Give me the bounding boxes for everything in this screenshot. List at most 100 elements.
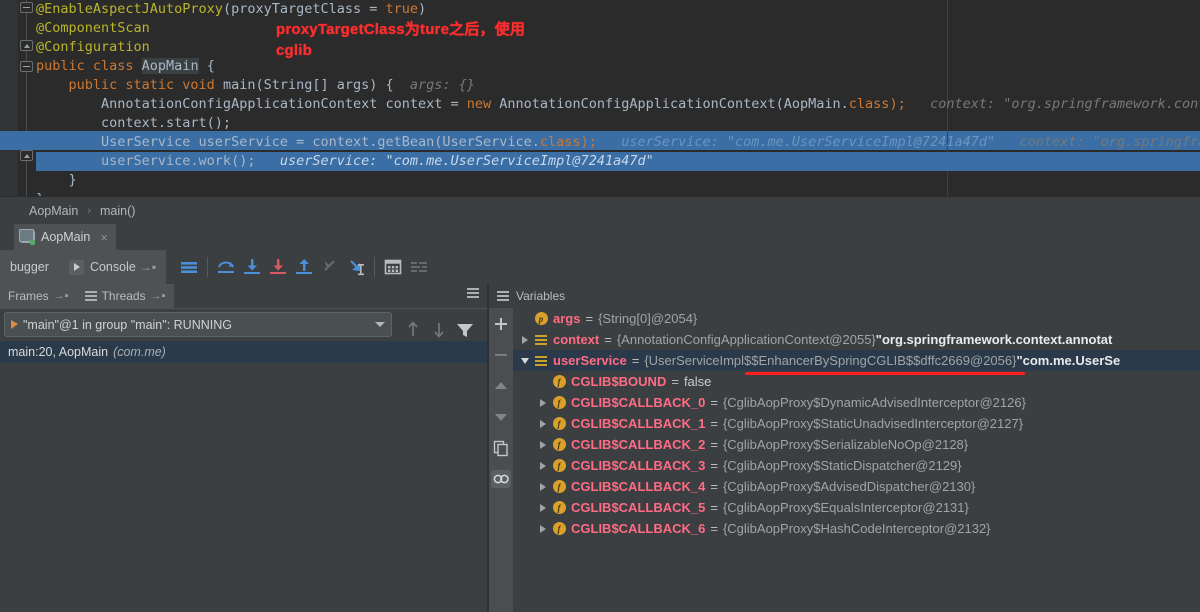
code-token: ); xyxy=(581,134,597,150)
code-line[interactable]: @ComponentScan xyxy=(36,19,1200,38)
code-line[interactable]: @EnableAspectJAutoProxy(proxyTargetClass… xyxy=(36,0,1200,19)
fold-marker-method-end[interactable] xyxy=(20,150,33,161)
toolbar-divider xyxy=(207,257,208,277)
code-line[interactable]: UserService userService = context.getBea… xyxy=(36,133,1200,152)
chevron-right-icon[interactable] xyxy=(535,525,551,533)
layout-settings-icon[interactable] xyxy=(406,254,432,280)
remove-watch-icon[interactable] xyxy=(491,346,511,364)
code-token: class xyxy=(540,134,581,150)
code-line[interactable]: public static void main(String[] args) {… xyxy=(36,76,1200,95)
chevron-right-icon[interactable] xyxy=(535,483,551,491)
variable-row[interactable]: fCGLIB$CALLBACK_2={CglibAopProxy$Seriali… xyxy=(513,434,1200,455)
field-icon: f xyxy=(551,438,567,451)
evaluate-expression-icon[interactable] xyxy=(380,254,406,280)
debug-panels: Frames →▪ Threads →▪ "main"@1 in group "… xyxy=(0,284,1200,612)
code-token: @Configuration xyxy=(36,39,150,55)
thread-state-icon xyxy=(11,320,18,329)
variable-equals: = xyxy=(710,437,718,452)
code-line[interactable]: context.start(); xyxy=(36,114,1200,133)
frame-list-item[interactable]: main:20, AopMain (com.me) xyxy=(0,341,487,363)
code-token: @EnableAspectJAutoProxy xyxy=(36,1,223,17)
variable-row[interactable]: pargs={String[0]@2054} xyxy=(513,308,1200,329)
variables-tree[interactable]: pargs={String[0]@2054}context={Annotatio… xyxy=(513,308,1200,612)
drop-frame-icon[interactable] xyxy=(317,254,343,280)
frames-threads-header: Frames →▪ Threads →▪ xyxy=(0,284,487,308)
editor-gutter[interactable] xyxy=(0,0,18,196)
move-up-icon[interactable] xyxy=(400,317,426,343)
step-out-icon[interactable] xyxy=(291,254,317,280)
fold-marker-method[interactable] xyxy=(20,61,33,72)
code-editor[interactable]: @EnableAspectJAutoProxy(proxyTargetClass… xyxy=(0,0,1200,196)
code-line[interactable]: } xyxy=(36,171,1200,190)
variable-name: CGLIB$CALLBACK_4 xyxy=(571,479,705,494)
variable-row[interactable]: fCGLIB$CALLBACK_5={CglibAopProxy$EqualsI… xyxy=(513,497,1200,518)
step-into-icon[interactable] xyxy=(239,254,265,280)
variable-value: {CglibAopProxy$SerializableNoOp@2128} xyxy=(723,437,968,452)
threads-pin-icon[interactable]: →▪ xyxy=(151,290,166,302)
variable-name: CGLIB$CALLBACK_6 xyxy=(571,521,705,536)
watches-toggle-icon[interactable] xyxy=(491,470,511,488)
console-icon xyxy=(69,260,84,275)
variable-equals: = xyxy=(710,416,718,431)
add-watch-icon[interactable] xyxy=(491,315,511,333)
chevron-right-icon[interactable] xyxy=(535,420,551,428)
tab-debugger[interactable]: bugger xyxy=(0,250,59,284)
frames-divider xyxy=(0,308,487,309)
move-down-icon[interactable] xyxy=(426,317,452,343)
frames-nav-controls xyxy=(400,317,478,343)
frames-pin-icon[interactable]: →▪ xyxy=(54,290,69,302)
variable-tostring: "org.springframework.context.annotat xyxy=(876,332,1113,347)
show-execution-point-icon[interactable] xyxy=(176,254,202,280)
field-icon: f xyxy=(551,501,567,514)
fold-marker-class[interactable] xyxy=(20,40,33,51)
code-token: public static void xyxy=(36,77,223,93)
tab-console[interactable]: Console →▪ xyxy=(59,250,166,284)
variable-row[interactable]: fCGLIB$CALLBACK_0={CglibAopProxy$Dynamic… xyxy=(513,392,1200,413)
variable-value: {CglibAopProxy$StaticDispatcher@2129} xyxy=(723,458,962,473)
thread-selector[interactable]: "main"@1 in group "main": RUNNING xyxy=(4,312,392,337)
variable-value: {AnnotationConfigApplicationContext@2055… xyxy=(617,332,876,347)
move-watch-down-icon[interactable] xyxy=(491,408,511,426)
variable-row[interactable]: fCGLIB$CALLBACK_1={CglibAopProxy$StaticU… xyxy=(513,413,1200,434)
tab-aopmain[interactable]: AopMain × xyxy=(14,224,116,250)
tab-threads[interactable]: Threads →▪ xyxy=(77,284,174,308)
code-line[interactable]: AnnotationConfigApplicationContext conte… xyxy=(36,95,1200,114)
chevron-right-icon[interactable] xyxy=(535,462,551,470)
code-token: AnnotationConfigApplicationContext(AopMa… xyxy=(499,96,849,112)
run-to-cursor-icon[interactable] xyxy=(343,254,369,280)
chevron-down-icon[interactable] xyxy=(375,322,385,327)
chevron-right-icon[interactable] xyxy=(535,399,551,407)
filter-icon[interactable] xyxy=(452,317,478,343)
move-watch-up-icon[interactable] xyxy=(491,377,511,395)
step-over-icon[interactable] xyxy=(213,254,239,280)
fold-marker-top[interactable] xyxy=(20,2,33,13)
debugger-toolbar: bugger Console →▪ xyxy=(0,250,1200,284)
code-line[interactable]: @Configuration xyxy=(36,38,1200,57)
chevron-right-icon[interactable] xyxy=(535,441,551,449)
variable-row[interactable]: fCGLIB$CALLBACK_4={CglibAopProxy$Advised… xyxy=(513,476,1200,497)
variable-row[interactable]: fCGLIB$CALLBACK_3={CglibAopProxy$StaticD… xyxy=(513,455,1200,476)
variable-row[interactable]: fCGLIB$CALLBACK_6={CglibAopProxy$HashCod… xyxy=(513,518,1200,539)
frames-options-icon[interactable] xyxy=(467,288,479,299)
fold-rail[interactable] xyxy=(18,0,36,196)
breadcrumb-class[interactable]: AopMain xyxy=(29,204,78,218)
code-token: new xyxy=(467,96,500,112)
force-step-into-icon[interactable] xyxy=(265,254,291,280)
chevron-down-icon[interactable] xyxy=(517,358,533,364)
variable-equals: = xyxy=(671,374,679,389)
variable-value: {String[0]@2054} xyxy=(598,311,697,326)
variable-name: CGLIB$CALLBACK_5 xyxy=(571,500,705,515)
code-content[interactable]: @EnableAspectJAutoProxy(proxyTargetClass… xyxy=(36,0,1200,196)
close-icon[interactable]: × xyxy=(100,230,108,245)
code-line[interactable]: userService.work(); userService: "com.me… xyxy=(36,152,1200,171)
breadcrumb-method[interactable]: main() xyxy=(100,204,135,218)
chevron-right-icon[interactable] xyxy=(535,504,551,512)
variable-row[interactable]: context={AnnotationConfigApplicationCont… xyxy=(513,329,1200,350)
pin-icon[interactable]: →▪ xyxy=(140,260,156,274)
copy-icon[interactable] xyxy=(491,439,511,457)
tab-frames[interactable]: Frames →▪ xyxy=(0,284,77,308)
chevron-right-icon[interactable] xyxy=(517,336,533,344)
code-token: args: {} xyxy=(394,77,475,93)
code-line[interactable]: public class AopMain { xyxy=(36,57,1200,76)
variable-row[interactable]: userService={UserServiceImpl$$EnhancerBy… xyxy=(513,350,1200,371)
